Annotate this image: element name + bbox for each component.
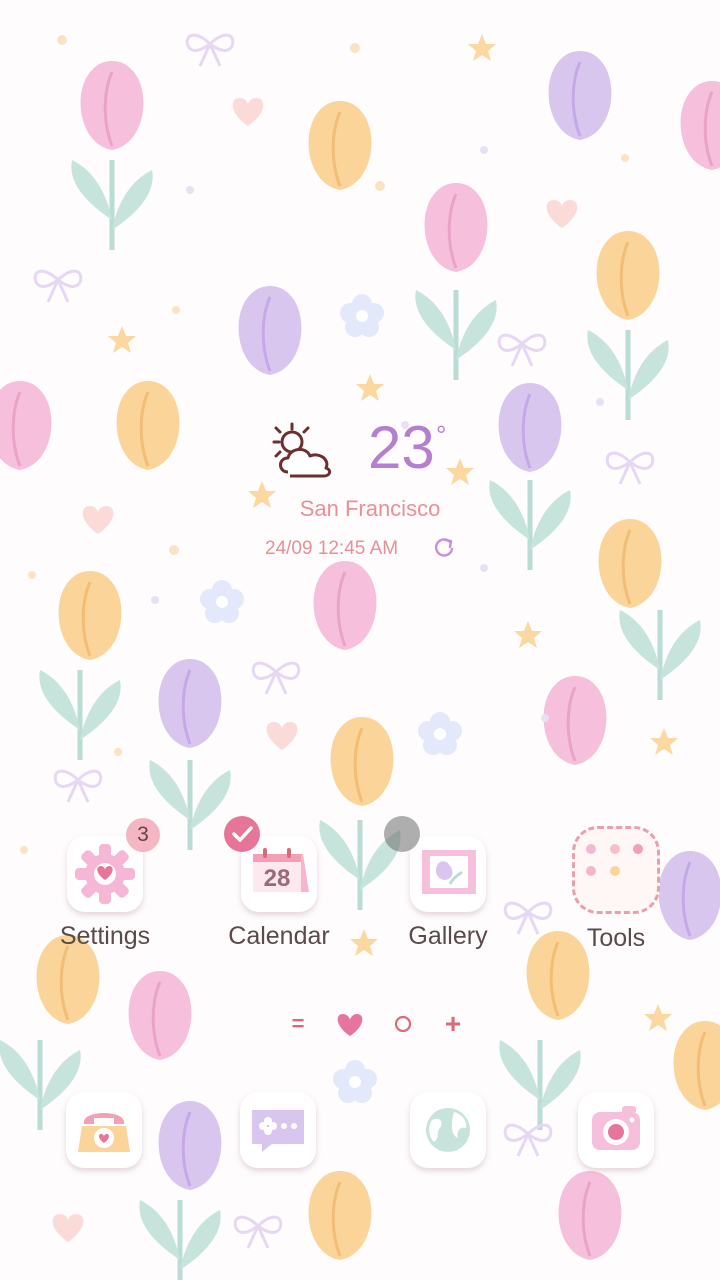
messages-tile[interactable] [240, 1092, 316, 1168]
refresh-icon[interactable] [432, 536, 456, 560]
heart-icon[interactable] [332, 1006, 368, 1042]
update-datetime: 24/09 12:45 AM [265, 538, 399, 559]
degree-symbol: ° [436, 420, 447, 450]
dock-phone[interactable] [44, 1092, 164, 1168]
circle-icon[interactable] [392, 1006, 414, 1042]
app-gallery[interactable]: Gallery [388, 836, 508, 951]
dock-browser[interactable] [388, 1092, 508, 1168]
folder-icon[interactable] [572, 826, 660, 914]
camera-tile[interactable] [578, 1092, 654, 1168]
folder-preview [586, 844, 643, 876]
app-label-settings: Settings [59, 922, 151, 950]
message-bubble-icon [252, 1110, 304, 1152]
tulip-picture-icon [422, 850, 476, 894]
dock-messages[interactable] [218, 1092, 338, 1168]
browser-tile[interactable] [410, 1092, 486, 1168]
phone-tile[interactable] [66, 1092, 142, 1168]
add-page-plus[interactable]: + [440, 1006, 466, 1042]
city-name: San Francisco [299, 496, 441, 521]
partly-cloudy-sun-icon [272, 422, 332, 478]
weather-widget[interactable]: 23 ° San Francisco 24/09 12:45 AM [240, 410, 480, 570]
gallery-tile[interactable] [410, 836, 486, 912]
dot-indicator [384, 816, 420, 852]
dock-camera[interactable] [556, 1092, 676, 1168]
camera-icon [592, 1106, 640, 1150]
page-indicator-list[interactable]: = [288, 1006, 308, 1042]
app-calendar[interactable]: 28 Calendar [219, 836, 339, 951]
folder-tools[interactable]: Tools [556, 826, 676, 953]
check-icon [224, 816, 260, 852]
page-indicator[interactable]: = + [280, 1006, 480, 1042]
globe-icon [426, 1108, 470, 1152]
wallpaper [0, 33, 720, 1280]
temperature: 23 [368, 414, 435, 481]
notification-badge: 3 [126, 818, 160, 852]
calendar-date: 28 [264, 865, 291, 892]
app-label-gallery: Gallery [408, 922, 488, 950]
app-label-calendar: Calendar [228, 922, 330, 950]
app-settings[interactable]: Settings [45, 836, 165, 951]
telephone-icon [78, 1113, 130, 1152]
folder-label-tools: Tools [586, 924, 646, 952]
